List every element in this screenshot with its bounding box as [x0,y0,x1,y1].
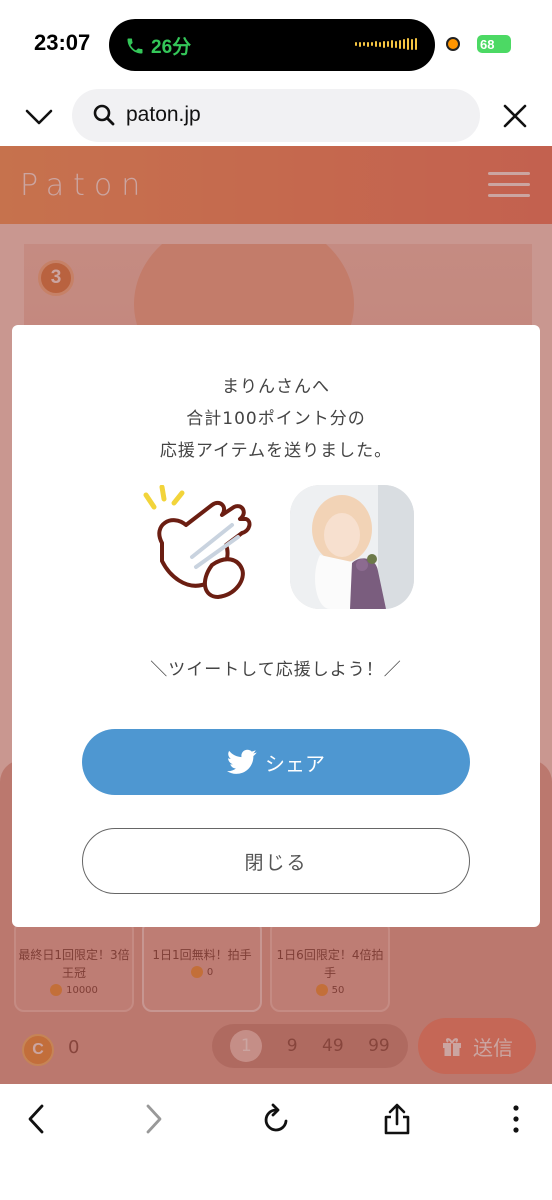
close-icon[interactable] [502,103,528,129]
tweet-prompt: ＼ツイートして応援しよう！／ [150,660,402,680]
dynamic-island[interactable]: 26分 [109,19,435,71]
browser-url-bar: paton.jp [0,88,552,146]
share-icon[interactable] [382,1102,412,1136]
browser-toolbar [0,1084,552,1200]
search-icon [93,104,115,126]
status-bar: 23:07 26分 68 [0,0,552,88]
modal-line-points: 合計100ポイント分の [186,409,366,429]
url-field[interactable]: paton.jp [72,89,480,142]
share-button[interactable]: シェア [82,729,470,795]
recording-indicator [446,37,460,51]
phone-icon [127,38,143,53]
status-time: 23:07 [34,30,91,55]
audio-wave-icon [355,38,417,50]
call-indicator: 26分 [125,32,191,59]
modal-line-sent: 応援アイテムを送りました。 [159,441,393,461]
clapping-hands-icon [143,485,252,600]
close-modal-button[interactable]: 閉じる [82,828,470,894]
reload-icon[interactable] [260,1102,292,1136]
battery-indicator: 68 [477,35,511,53]
modal-message: まりんさんへ 合計100ポイント分の 応援アイテムを送りました。 [12,371,540,467]
back-arrow-icon[interactable] [24,1102,48,1136]
chevron-down-icon[interactable] [22,100,56,134]
modal-line-recipient: まりんさんへ [222,377,330,397]
url-text: paton.jp [126,103,201,126]
more-options-icon[interactable] [510,1102,522,1136]
forward-arrow-icon[interactable] [142,1102,166,1136]
call-duration: 26分 [151,37,192,58]
twitter-bird-icon [227,749,257,774]
share-label: シェア [265,751,325,776]
recipient-avatar [290,485,414,609]
gift-sent-modal: まりんさんへ 合計100ポイント分の 応援アイテムを送りました。 ＼ツイートして… [12,325,540,927]
